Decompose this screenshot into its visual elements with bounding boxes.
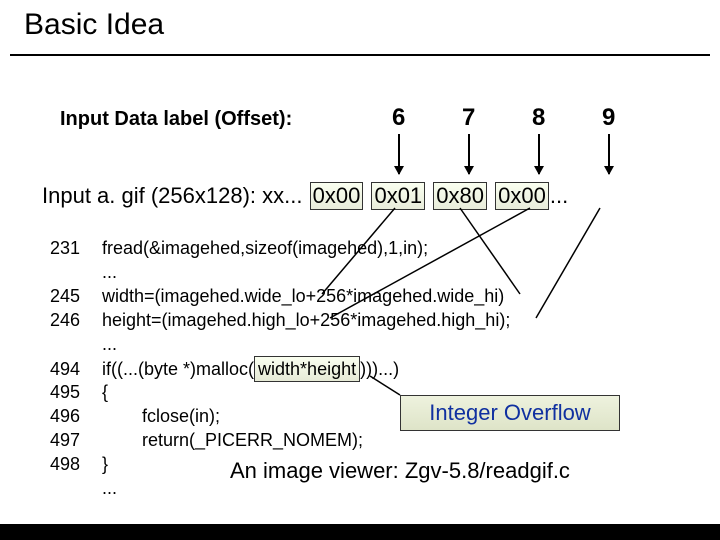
code-text: ... xyxy=(102,334,117,354)
lineno: 497 xyxy=(50,428,102,452)
input-suffix: ... xyxy=(550,183,568,208)
code-text: height=(imagehed.high_lo+256*imagehed.hi… xyxy=(102,310,510,330)
code-text: fclose(in); xyxy=(142,406,220,426)
overflow-callout: Integer Overflow xyxy=(400,395,620,431)
offset-6: 6 xyxy=(392,104,405,132)
code-text: return(_PICERR_NOMEM); xyxy=(142,430,363,450)
offset-9: 9 xyxy=(602,104,615,132)
arrow-6 xyxy=(398,134,400,174)
arrow-7 xyxy=(468,134,470,174)
lineno: 494 xyxy=(50,357,102,381)
hex-byte-1: 0x01 xyxy=(371,182,425,210)
code-text: ... xyxy=(102,478,117,498)
hex-byte-2: 0x80 xyxy=(433,182,487,210)
hex-byte-0: 0x00 xyxy=(310,182,364,210)
viewer-cite: An image viewer: Zgv-5.8/readgif.c xyxy=(230,458,570,484)
hex-byte-3: 0x00 xyxy=(495,182,549,210)
lineno: 231 xyxy=(50,236,102,260)
offset-label: Input Data label (Offset): xyxy=(60,108,292,131)
code-text: fread(&imagehed,sizeof(imagehed),1,in); xyxy=(102,238,428,258)
input-line: Input a. gif (256x128): xx... 0x00 0x01 … xyxy=(42,182,568,210)
code-text: { xyxy=(102,382,108,402)
code-text: if((...(byte *)malloc xyxy=(102,359,248,379)
slide-title: Basic Idea xyxy=(24,8,164,42)
malloc-expr-box: width*height xyxy=(254,356,360,382)
code-text: ... xyxy=(102,262,117,282)
lineno: 496 xyxy=(50,404,102,428)
arrow-9 xyxy=(608,134,610,174)
lineno: 498 xyxy=(50,452,102,476)
arrow-8 xyxy=(538,134,540,174)
code-text: width=(imagehed.wide_lo+256*imagehed.wid… xyxy=(102,286,504,306)
bottom-bar xyxy=(0,524,720,540)
lineno: 246 xyxy=(50,308,102,332)
code-text: ))...) xyxy=(366,359,399,379)
title-underline xyxy=(10,54,710,56)
lineno: 245 xyxy=(50,284,102,308)
offset-7: 7 xyxy=(462,104,475,132)
input-prefix: Input a. gif (256x128): xx... xyxy=(42,183,302,208)
code-text: } xyxy=(102,454,108,474)
offset-8: 8 xyxy=(532,104,545,132)
lineno: 495 xyxy=(50,380,102,404)
